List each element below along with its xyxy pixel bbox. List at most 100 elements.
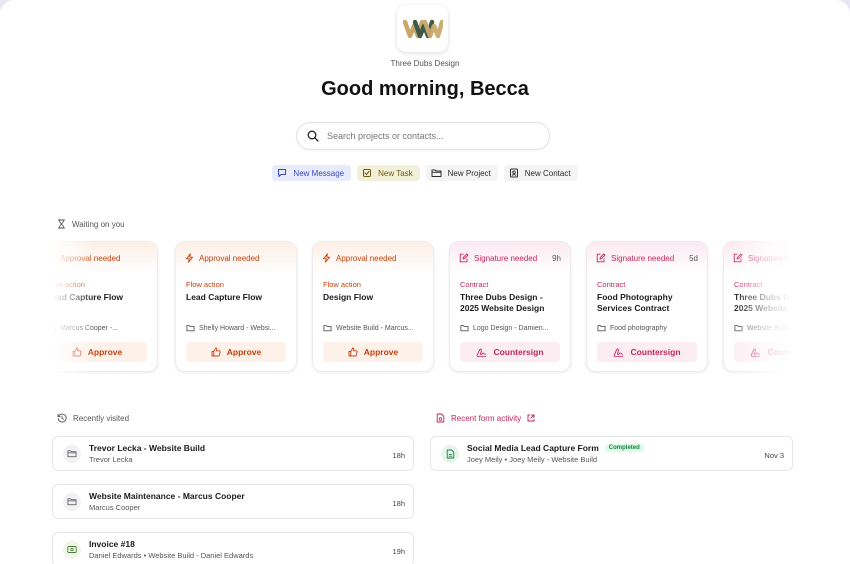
folder-icon <box>431 169 442 177</box>
waiting-card[interactable]: Approval needed Flow action Lead Capture… <box>175 241 297 372</box>
recent-item-title: Invoice #18 <box>89 539 135 549</box>
recent-section-header: Recently visited <box>57 413 129 423</box>
search-bar[interactable] <box>296 122 550 150</box>
card-type: Contract <box>734 280 763 289</box>
external-link-icon <box>527 414 535 422</box>
search-input[interactable] <box>327 131 527 141</box>
brand-logo[interactable] <box>397 5 448 52</box>
card-age: 9h <box>552 253 561 263</box>
task-check-icon <box>363 169 372 177</box>
form-activity-time: Nov 3 <box>764 451 784 460</box>
card-meta: Website Build <box>734 324 792 332</box>
card-type: Flow action <box>323 280 361 289</box>
recent-item-title: Website Maintenance - Marcus Cooper <box>89 491 245 501</box>
card-type: Flow action <box>186 280 224 289</box>
card-header: Signature needed 9h <box>450 242 570 274</box>
new-project-label: New Project <box>447 168 491 178</box>
waiting-heading: Waiting on you <box>72 219 125 229</box>
waiting-card[interactable]: Approval needed Flow action Lead Capture… <box>52 241 158 372</box>
new-task-label: New Task <box>378 168 413 178</box>
card-status: Approval needed <box>60 253 121 263</box>
folder-icon <box>460 325 469 332</box>
card-status: Approval needed <box>336 253 397 263</box>
form-activity-subtitle: Joey Meily • Joey Meily - Website Build <box>467 455 598 464</box>
quick-actions: New Message New Task New Project New Con… <box>0 165 850 181</box>
status-badge: Completed <box>604 444 644 452</box>
thumbs-up-icon <box>72 347 82 357</box>
recent-item-time: 18h <box>392 451 405 460</box>
recent-item-subtitle: Marcus Cooper <box>89 503 141 512</box>
card-type: Contract <box>460 280 489 289</box>
card-meta: Logo Design - Damien... <box>460 324 562 332</box>
new-contact-label: New Contact <box>524 168 571 178</box>
card-meta: Shelly Howard - Websi... <box>186 324 288 332</box>
card-meta-text: Shelly Howard - Websi... <box>199 324 276 332</box>
countersign-label: Countersign <box>630 347 681 357</box>
card-meta: Food photography <box>597 324 699 332</box>
card-meta-text: Food photography <box>610 324 667 332</box>
recent-item-subtitle: Daniel Edwards • Website Build - Daniel … <box>89 551 254 560</box>
recent-item[interactable]: Invoice #18 Daniel Edwards • Website Bui… <box>52 532 414 564</box>
card-title: Lead Capture Flow <box>52 292 124 302</box>
app-window: Three Dubs Design Good morning, Becca Ne… <box>0 0 850 564</box>
lightning-icon <box>323 253 330 263</box>
waiting-section-header: Waiting on you <box>57 219 125 229</box>
page-title: Good morning, Becca <box>321 78 529 100</box>
history-clock-icon <box>57 413 67 423</box>
new-message-button[interactable]: New Message <box>272 165 352 181</box>
card-type: Flow action <box>52 280 85 289</box>
card-header: Signature needed 5d <box>587 242 707 274</box>
approve-label: Approve <box>87 347 123 357</box>
waiting-card[interactable]: Approval needed Flow action Design Flow … <box>312 241 434 372</box>
recent-item[interactable]: Trevor Lecka - Website Build Trevor Leck… <box>52 436 414 471</box>
form-doc-icon <box>446 449 454 458</box>
contact-card-icon <box>509 168 518 178</box>
card-title: Food Photography Services Contract <box>597 292 673 313</box>
lightning-icon <box>186 253 193 263</box>
forms-section-header[interactable]: Recent form activity <box>436 413 535 423</box>
waiting-card[interactable]: Signature needed 5d Contract Food Photog… <box>586 241 708 372</box>
countersign-button[interactable]: Countersign <box>460 342 560 362</box>
card-status: Signature needed <box>611 253 675 263</box>
approve-button[interactable]: Approve <box>52 342 147 362</box>
waiting-cards-carousel[interactable]: Approval needed Flow action Lead Capture… <box>52 240 792 374</box>
recent-item-time: 18h <box>392 499 405 508</box>
folder-icon <box>67 450 77 458</box>
card-header: Approval needed <box>52 242 157 274</box>
new-task-button[interactable]: New Task <box>357 165 420 181</box>
hourglass-icon <box>58 219 65 229</box>
recent-item[interactable]: Website Maintenance - Marcus Cooper Marc… <box>52 484 414 519</box>
signature-pen-icon <box>596 253 606 263</box>
form-activity-title: Social Media Lead Capture Form <box>467 443 599 453</box>
approve-button[interactable]: Approve <box>186 342 286 362</box>
message-icon <box>278 169 287 177</box>
countersign-button[interactable]: Countersign <box>597 342 697 362</box>
signature-icon <box>477 348 487 357</box>
new-contact-button[interactable]: New Contact <box>503 165 578 181</box>
recent-item-subtitle: Trevor Lecka <box>89 455 133 464</box>
form-activity-title-row: Social Media Lead Capture Form Completed <box>467 443 644 453</box>
card-type: Contract <box>597 280 626 289</box>
signature-icon <box>614 348 624 357</box>
waiting-card[interactable]: Signature needed 9h Contract Three Dubs … <box>449 241 571 372</box>
form-activity-item[interactable]: Social Media Lead Capture Form Completed… <box>430 436 793 471</box>
folder-icon <box>67 498 77 506</box>
signature-pen-icon <box>733 253 743 263</box>
card-header: Approval needed <box>176 242 296 274</box>
recent-item-icon <box>63 540 81 559</box>
invoice-icon <box>67 546 77 553</box>
recent-item-icon <box>63 444 81 463</box>
card-title: Three Dubs Design - 2025 Website Design <box>460 292 545 313</box>
forms-heading: Recent form activity <box>451 413 522 423</box>
countersign-button[interactable]: Countersign <box>734 342 792 362</box>
card-meta-text: Website Build - Marcus... <box>336 324 414 332</box>
new-project-button[interactable]: New Project <box>425 165 498 181</box>
thumbs-up-icon <box>211 347 221 357</box>
signature-icon <box>751 348 761 357</box>
approve-button[interactable]: Approve <box>323 342 423 362</box>
recent-item-icon <box>63 492 81 511</box>
recent-heading: Recently visited <box>73 413 130 423</box>
waiting-card[interactable]: Signature needed Contract Three Dubs Des… <box>723 241 792 372</box>
card-header: Signature needed <box>724 242 792 274</box>
card-meta-text: Marcus Cooper -... <box>60 324 118 332</box>
